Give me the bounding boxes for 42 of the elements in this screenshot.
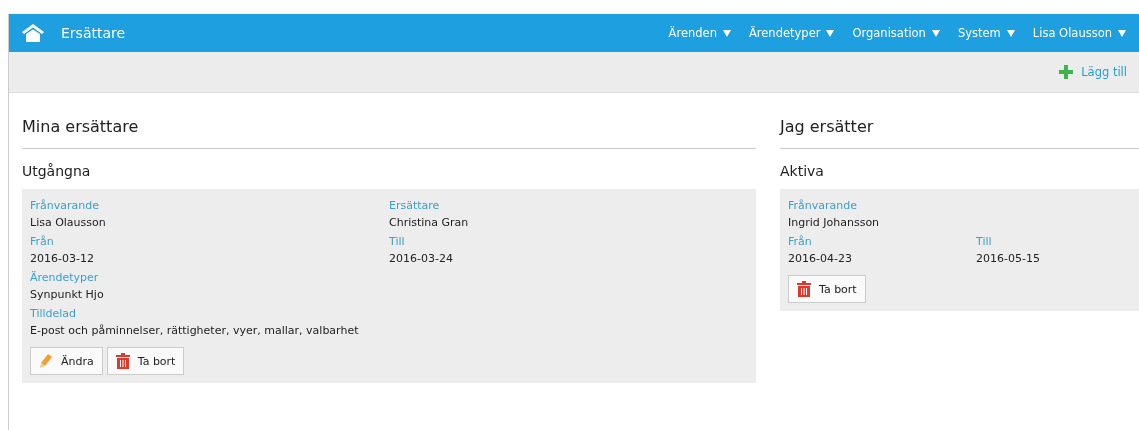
field-value: 2016-05-15: [976, 252, 1041, 265]
caret-icon: [1118, 29, 1126, 37]
field-value: Synpunkt Hjo: [30, 288, 104, 301]
field-value: 2016-03-12: [30, 252, 95, 265]
home-icon[interactable]: [21, 23, 45, 43]
field-label: Tilldelad: [30, 307, 78, 320]
delete-button[interactable]: Ta bort: [788, 275, 866, 303]
caret-icon: [931, 29, 940, 37]
field-label: Ersättare: [389, 199, 441, 212]
field-label: Från: [788, 235, 813, 248]
field-label: Frånvarande: [30, 199, 100, 212]
plus-icon: [1059, 65, 1074, 79]
pencil-icon: [39, 353, 53, 369]
edit-button[interactable]: Ändra: [30, 347, 103, 375]
field-value: 2016-03-24: [389, 252, 454, 265]
menu-item[interactable]: Lisa Olausson: [1025, 22, 1133, 44]
field-label: Till: [976, 235, 993, 248]
trash-icon: [797, 281, 811, 297]
field-value: Ingrid Johansson: [788, 216, 880, 229]
menu-item[interactable]: Organisation: [845, 22, 947, 44]
column-heading: Jag ersätter: [780, 93, 1139, 149]
field-label: Till: [389, 235, 406, 248]
menu-item[interactable]: System: [950, 22, 1022, 44]
field-value: 2016-04-23: [788, 252, 853, 265]
page-title: Ersättare: [61, 25, 126, 41]
column-heading: Mina ersättare: [22, 93, 756, 149]
field-value: E-post och påminnelser, rättigheter, vyer, mallar, valbarhet: [30, 324, 359, 337]
caret-icon: [1006, 29, 1015, 37]
field-value: Christina Gran: [389, 216, 470, 229]
add-button[interactable]: Lägg till: [1055, 61, 1131, 83]
caret-icon: [722, 29, 731, 37]
menu-item[interactable]: Ärenden: [661, 22, 738, 44]
caret-icon: [826, 29, 835, 37]
section-heading: Aktiva: [780, 162, 825, 181]
trash-icon: [115, 353, 130, 369]
field-value: Lisa Olausson: [30, 216, 107, 229]
field-label: Ärendetyper: [30, 271, 100, 284]
delete-button[interactable]: Ta bort: [106, 347, 185, 375]
menu-item[interactable]: Ärendetyper: [741, 22, 842, 44]
field-label: Frånvarande: [788, 199, 858, 212]
field-label: Från: [30, 235, 55, 248]
section-heading: Utgångna: [22, 162, 92, 181]
